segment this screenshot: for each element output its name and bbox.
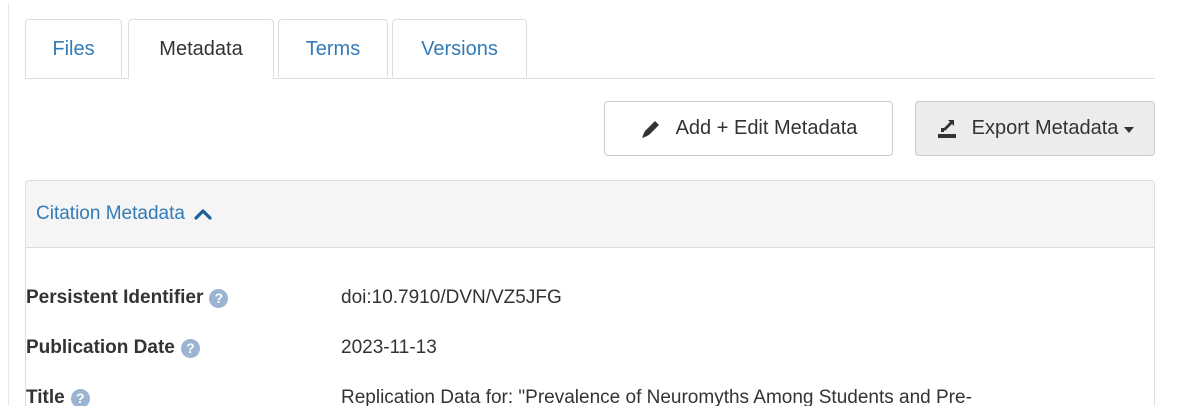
citation-metadata-heading: Citation Metadata <box>26 181 1154 248</box>
tab-metadata[interactable]: Metadata <box>128 19 274 79</box>
export-metadata-button[interactable]: Export Metadata <box>915 101 1155 156</box>
field-label: Persistent Identifier ? <box>26 287 229 309</box>
field-value: Replication Data for: "Prevalence of Neu… <box>341 387 972 406</box>
field-label: Title ? <box>26 387 90 406</box>
field-value: 2023-11-13 <box>341 337 437 358</box>
chevron-up-icon <box>194 209 212 220</box>
pencil-icon <box>641 120 659 138</box>
question-circle-icon[interactable]: ? <box>180 338 200 358</box>
dataset-tabs: Files Metadata Terms Versions <box>25 19 1155 79</box>
export-icon <box>937 119 956 138</box>
top-edge <box>0 0 1190 4</box>
field-label-text: Publication Date <box>26 337 175 358</box>
field-value: doi:10.7910/DVN/VZ5JFG <box>341 287 562 308</box>
tab-files[interactable]: Files <box>25 19 122 77</box>
tab-versions[interactable]: Versions <box>392 19 527 77</box>
dataset-page: Files Metadata Terms Versions Add + Edit… <box>0 0 1190 406</box>
tab-terms[interactable]: Terms <box>278 19 388 77</box>
field-label-text: Persistent Identifier <box>26 287 204 308</box>
caret-down-icon <box>1124 126 1135 133</box>
question-circle-icon[interactable]: ? <box>209 288 229 308</box>
citation-metadata-toggle[interactable]: Citation Metadata <box>36 203 212 225</box>
add-edit-metadata-label: Add + Edit Metadata <box>675 117 858 139</box>
add-edit-metadata-button[interactable]: Add + Edit Metadata <box>604 101 893 156</box>
question-circle-icon[interactable]: ? <box>70 388 90 406</box>
citation-metadata-title: Citation Metadata <box>36 203 185 224</box>
field-label-text: Title <box>26 387 65 406</box>
metadata-row-title: Title ? Replication Data for: "Prevalenc… <box>26 387 1146 406</box>
export-metadata-label: Export Metadata <box>971 117 1119 139</box>
metadata-row-publication-date: Publication Date ? 2023-11-13 <box>26 337 1146 367</box>
metadata-row-persistent-identifier: Persistent Identifier ? doi:10.7910/DVN/… <box>26 287 1146 317</box>
left-divider <box>8 4 9 406</box>
field-label: Publication Date ? <box>26 337 200 359</box>
